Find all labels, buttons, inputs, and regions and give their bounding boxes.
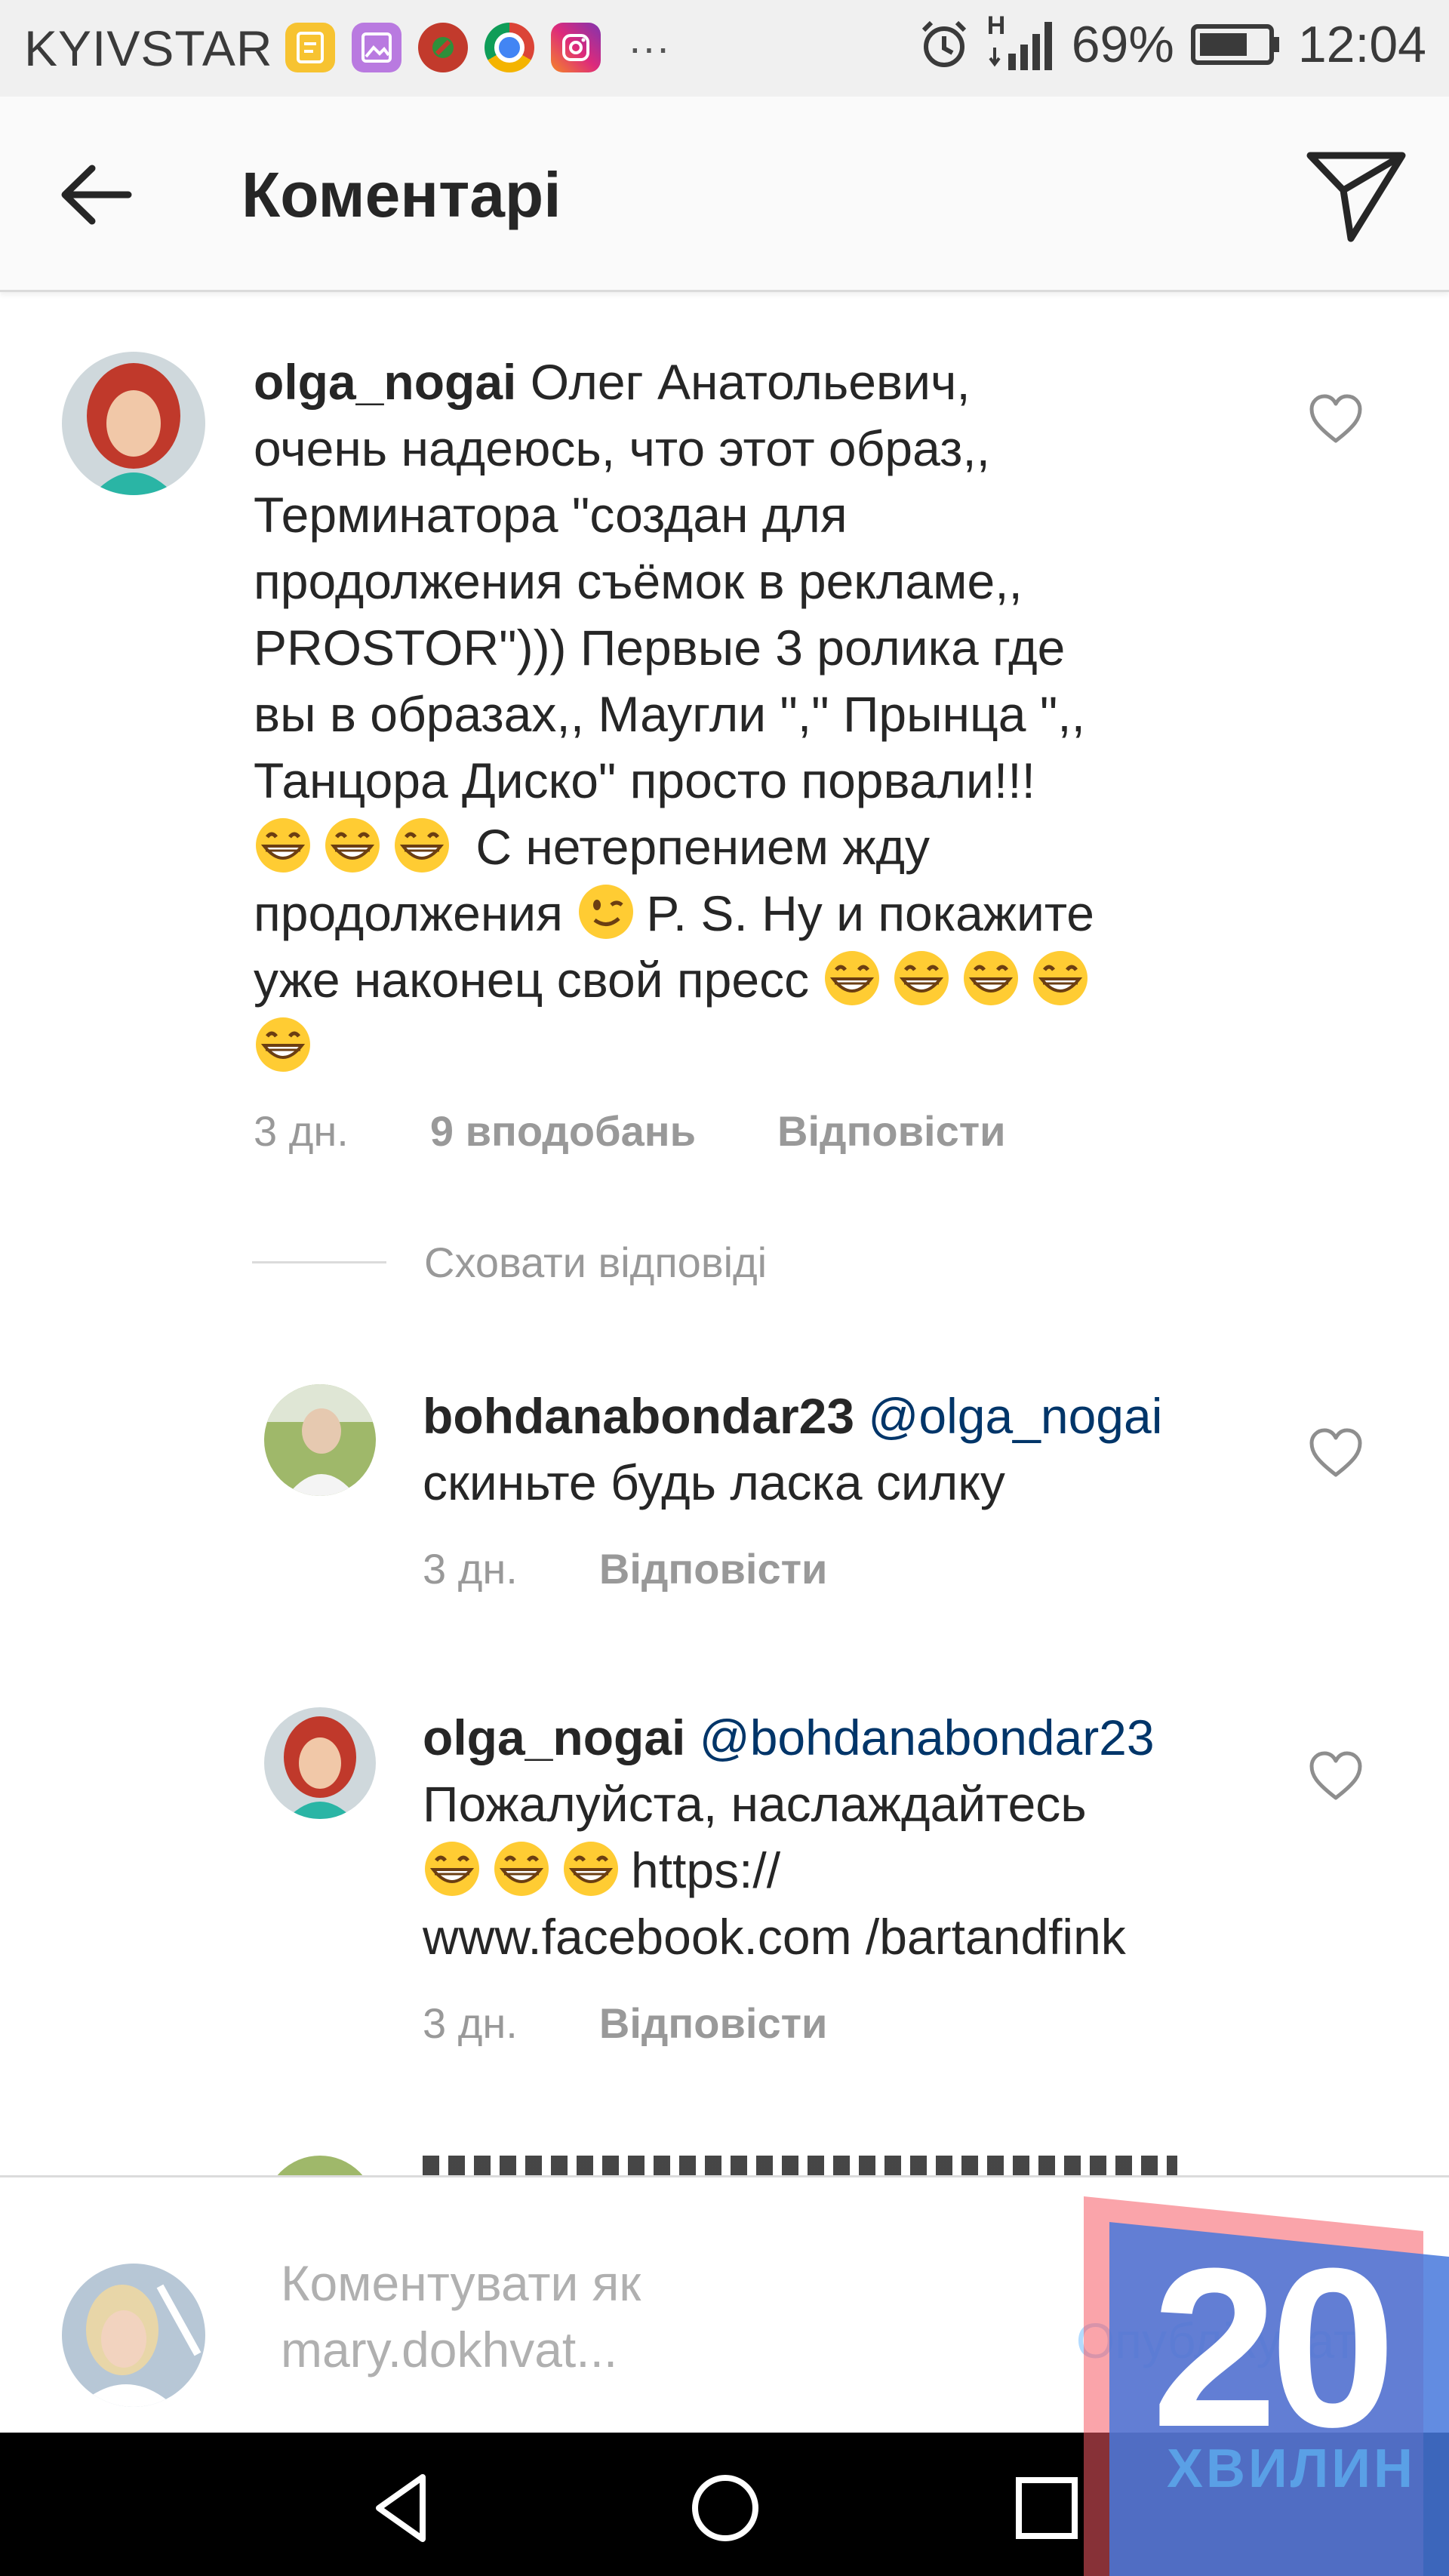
notes-icon [285,23,335,72]
comments-header: Коментарі [0,97,1449,292]
reply-line: скиньте будь ласка силку [423,1454,1005,1510]
likes-count[interactable]: 9 вподобань [430,1106,696,1156]
reply-body: olga_nogai @bohdanabondar23 Пожалуйста, … [423,1704,1298,1970]
grinning-emoji-icon [323,816,382,875]
comment-placeholder: mary.dokhvat... [281,2322,618,2377]
reply-body: bohdanabondar23 @olga_nogai скиньте будь… [423,1383,1283,1516]
grinning-emoji-icon [392,816,451,875]
nav-back-button[interactable] [362,2467,445,2550]
grinning-emoji-icon [423,1839,481,1898]
battery-icon [1190,24,1279,65]
share-button[interactable] [1304,146,1410,245]
comment-line: уже наконец свой пресс [254,952,823,1008]
comment-line: продолжения съёмок в рекламе,, [254,553,1023,609]
avatar[interactable] [264,1707,376,1819]
comment-placeholder: Коментувати як [281,2255,641,2311]
clock: 12:04 [1297,16,1426,73]
triangle-back-icon [376,2474,426,2542]
square-recents-icon [1016,2477,1078,2539]
nav-home-button[interactable] [684,2467,767,2550]
reply-line: Пожалуйста, наслаждайтесь [423,1776,1087,1832]
heart-icon [1309,1751,1362,1800]
grinning-emoji-icon [254,816,312,875]
like-button[interactable] [1306,1423,1366,1484]
like-button[interactable] [1306,1747,1366,1807]
divider [252,1261,386,1263]
grinning-emoji-icon [961,949,1020,1008]
comment-time: 3 дн. [254,1107,349,1155]
grinning-emoji-icon [892,949,951,1008]
reply-button[interactable]: Відповісти [599,1544,828,1593]
comment-line: Олег Анатольевич, [530,354,971,410]
more-notifications-icon: ··· [628,23,670,71]
gallery-icon [352,23,401,72]
comment-meta: 3 дн. 9 вподобань Відповісти [254,1106,1006,1156]
avatar[interactable] [264,1384,376,1496]
page-title: Коментарі [242,159,561,230]
comment-username[interactable]: olga_nogai [254,354,516,410]
nav-recents-button[interactable] [1005,2467,1088,2550]
comment-line: С нетерпением жду [462,819,931,875]
like-button[interactable] [1306,389,1366,450]
grinning-emoji-icon [1031,949,1090,1008]
carrier-name: KYIVSTAR [24,20,273,76]
status-bar: KYIVSTAR ··· H 69% 12:04 [0,0,1449,97]
alarm-icon [921,20,966,67]
reply-time: 3 дн. [423,1999,518,2047]
comment-line: Терминатора "создан для [254,487,848,543]
comment-line: вы в образах,, Маугли "," Прынца ",, [254,686,1085,742]
signal-indicator: H [987,11,1055,72]
publish-button[interactable]: Опублікувати [1076,2312,1384,2369]
battery-percent: 69% [1071,16,1174,73]
comment-input[interactable]: Коментувати як mary.dokhvat... [281,2250,960,2383]
system-navigation-bar [0,2433,1449,2576]
reply-username[interactable]: olga_nogai [423,1710,685,1765]
reply-meta: 3 дн. Відповісти [423,1544,827,1593]
mention-link[interactable]: @olga_nogai [868,1388,1162,1444]
grinning-emoji-icon [561,1839,620,1898]
winking-emoji-icon [577,882,635,941]
comment-line: продолжения [254,885,577,941]
comment-body: olga_nogai Олег Анатольевич, очень надею… [254,349,1280,1079]
grinning-emoji-icon [823,949,881,1008]
comment-line: PROSTOR"))) Первые 3 ролика где [254,620,1066,676]
instagram-icon [551,23,601,72]
notification-icons: ··· [285,23,670,72]
comment-line: Танцора Диско" просто порвали!!! [254,752,1035,808]
comment-line: очень надеюсь, что этот образ,, [254,420,991,476]
chrome-icon [485,23,534,72]
paper-plane-icon [1306,152,1406,242]
app-icon [418,23,468,72]
circle-home-icon [692,2475,758,2541]
hide-replies-label: Сховати відповіді [424,1239,768,1286]
reply-link[interactable]: www.facebook.com /bartandfink [423,1909,1126,1965]
grinning-emoji-icon [492,1839,551,1898]
signal-icon [989,22,1052,70]
heart-icon [1309,394,1362,443]
reply-meta: 3 дн. Відповісти [423,1999,827,2048]
reply-username[interactable]: bohdanabondar23 [423,1388,854,1444]
reply-button[interactable]: Відповісти [599,1999,828,2048]
comment-composer: Коментувати як mary.dokhvat... Опублікув… [0,2175,1449,2435]
reply-button[interactable]: Відповісти [777,1106,1006,1156]
heart-icon [1309,1428,1362,1477]
avatar [62,2264,205,2407]
mention-link[interactable]: @bohdanabondar23 [700,1710,1155,1765]
reply-link[interactable]: https:// [631,1842,780,1898]
arrow-left-icon [61,165,132,225]
grinning-emoji-icon [254,1015,312,1074]
avatar[interactable] [62,352,205,495]
back-button[interactable] [53,153,143,236]
system-indicators: H 69% 12:04 [918,11,1426,74]
reply-time: 3 дн. [423,1545,518,1593]
hide-replies-toggle[interactable]: Сховати відповіді [252,1238,767,1287]
comment-line: P. S. Ну и покажите [646,885,1095,941]
